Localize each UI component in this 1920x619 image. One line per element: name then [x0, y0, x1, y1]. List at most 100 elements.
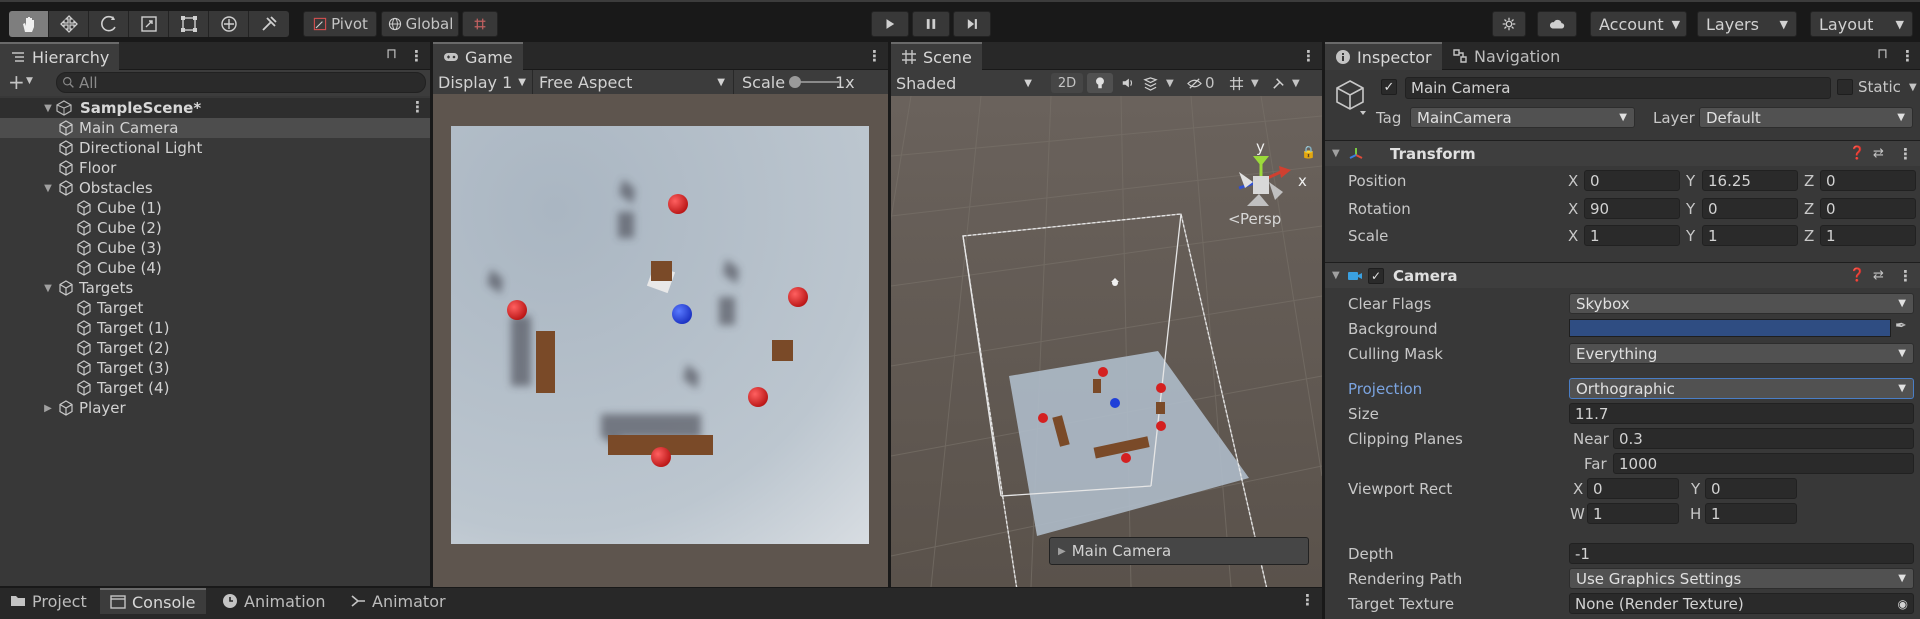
- hidden-objects-toggle[interactable]: 0: [1187, 73, 1227, 93]
- persp-toggle[interactable]: <: [1228, 210, 1241, 228]
- transform-header[interactable]: ▼ Transform ❓ ⇄ ⋮: [1325, 140, 1920, 166]
- camera-header[interactable]: ▼ ✓ Camera ❓ ⇄ ⋮: [1325, 262, 1920, 288]
- clear-flags-dropdown[interactable]: Skybox ▼: [1569, 293, 1914, 314]
- active-checkbox[interactable]: ✓: [1381, 79, 1397, 95]
- shading-dropdown[interactable]: Shaded ▼: [891, 70, 1046, 96]
- rotation-y-field[interactable]: 0: [1702, 198, 1798, 219]
- viewport-h-field[interactable]: 1: [1705, 503, 1797, 524]
- camera-preview-header[interactable]: ▶ Main Camera: [1049, 537, 1309, 565]
- display-dropdown[interactable]: Display 1 ▼: [433, 70, 533, 94]
- scene-view[interactable]: y x 🔒 < Persp: [891, 96, 1322, 587]
- size-field[interactable]: 11.7: [1569, 403, 1914, 424]
- hierarchy-item[interactable]: Target: [0, 298, 430, 318]
- expand-arrow-icon[interactable]: ▼: [1332, 148, 1340, 159]
- tab-animator[interactable]: Animator: [340, 588, 456, 614]
- hierarchy-item[interactable]: Target (2): [0, 338, 430, 358]
- culling-mask-dropdown[interactable]: Everything ▼: [1569, 343, 1914, 364]
- rotation-x-axis-label[interactable]: X: [1568, 200, 1578, 218]
- help-icon[interactable]: ❓: [1849, 146, 1865, 161]
- rect-tool-button[interactable]: [169, 11, 209, 37]
- pause-button[interactable]: [912, 11, 950, 37]
- position-z-axis-label[interactable]: Z: [1804, 172, 1814, 190]
- viewport-y-field[interactable]: 0: [1705, 478, 1797, 499]
- aspect-dropdown[interactable]: Free Aspect ▼: [534, 70, 734, 94]
- scene-options-icon[interactable]: ⋮: [410, 98, 425, 116]
- scale-y-field[interactable]: 1: [1702, 225, 1798, 246]
- hierarchy-item[interactable]: ▼ Obstacles: [0, 178, 430, 198]
- tab-navigation[interactable]: Navigation: [1442, 42, 1570, 70]
- tab-project[interactable]: Project: [0, 588, 97, 614]
- near-field[interactable]: 0.3: [1613, 428, 1914, 449]
- move-tool-button[interactable]: [49, 11, 89, 37]
- tab-game[interactable]: Game: [433, 42, 523, 70]
- more-options-icon[interactable]: ⋮: [867, 47, 882, 65]
- hierarchy-item[interactable]: Target (3): [0, 358, 430, 378]
- object-picker-icon[interactable]: ◉: [1898, 597, 1908, 611]
- scale-tool-button[interactable]: [129, 11, 169, 37]
- component-options-icon[interactable]: ⋮: [1898, 267, 1913, 285]
- game-view[interactable]: [433, 94, 888, 587]
- transform-tool-button[interactable]: [209, 11, 249, 37]
- tab-hierarchy[interactable]: Hierarchy: [0, 42, 120, 70]
- expand-arrow-icon[interactable]: ▶: [1058, 546, 1066, 557]
- effects-dropdown[interactable]: ▼: [1143, 73, 1183, 93]
- chevron-down-icon[interactable]: ▼: [1909, 82, 1917, 93]
- hierarchy-item[interactable]: Main Camera: [0, 118, 430, 138]
- background-color-swatch[interactable]: [1569, 319, 1891, 337]
- scene-header-row[interactable]: ▼ SampleScene* ⋮: [0, 98, 430, 118]
- static-checkbox[interactable]: [1837, 79, 1853, 95]
- scale-slider-handle[interactable]: [789, 76, 801, 88]
- account-dropdown[interactable]: Account ▼: [1590, 11, 1687, 37]
- scale-y-axis-label[interactable]: Y: [1686, 227, 1695, 245]
- hierarchy-item[interactable]: Target (4): [0, 378, 430, 398]
- hierarchy-item[interactable]: Cube (1): [0, 198, 430, 218]
- more-options-icon[interactable]: ⋮: [409, 47, 424, 65]
- hierarchy-item[interactable]: Cube (2): [0, 218, 430, 238]
- layout-dropdown[interactable]: Layout ▼: [1810, 11, 1913, 37]
- lock-icon[interactable]: ⊓: [386, 46, 397, 62]
- tag-dropdown[interactable]: MainCamera ▼: [1410, 107, 1635, 128]
- play-button[interactable]: [871, 11, 909, 37]
- hierarchy-item[interactable]: ▼ Targets: [0, 278, 430, 298]
- viewport-w-field[interactable]: 1: [1587, 503, 1679, 524]
- services-button[interactable]: [1492, 11, 1526, 37]
- step-button[interactable]: [953, 11, 991, 37]
- far-field[interactable]: 1000: [1613, 453, 1914, 474]
- rendering-path-dropdown[interactable]: Use Graphics Settings ▼: [1569, 568, 1914, 589]
- grid-dropdown[interactable]: ▼: [1229, 73, 1267, 93]
- global-toggle[interactable]: Global: [381, 11, 459, 37]
- hierarchy-item[interactable]: Cube (4): [0, 258, 430, 278]
- grid-snap-button[interactable]: [462, 11, 498, 37]
- rotation-z-axis-label[interactable]: Z: [1804, 200, 1814, 218]
- hierarchy-item[interactable]: Directional Light: [0, 138, 430, 158]
- cloud-button[interactable]: [1537, 11, 1577, 37]
- hierarchy-search-input[interactable]: All: [56, 72, 426, 93]
- scale-x-field[interactable]: 1: [1584, 225, 1680, 246]
- audio-toggle[interactable]: [1115, 73, 1141, 93]
- 2d-toggle[interactable]: 2D: [1051, 73, 1083, 93]
- component-options-icon[interactable]: ⋮: [1898, 145, 1913, 163]
- depth-field[interactable]: -1: [1569, 543, 1914, 564]
- more-options-icon[interactable]: ⋮: [1301, 47, 1316, 65]
- hierarchy-item[interactable]: Target (1): [0, 318, 430, 338]
- pivot-toggle[interactable]: Pivot: [303, 11, 377, 37]
- tools-dropdown[interactable]: ▼: [1271, 73, 1311, 93]
- tab-animation[interactable]: Animation: [212, 588, 336, 614]
- more-options-icon[interactable]: ⋮: [1900, 47, 1915, 65]
- expand-arrow-icon[interactable]: ▼: [42, 183, 54, 194]
- help-icon[interactable]: ❓: [1849, 268, 1865, 283]
- hierarchy-item[interactable]: ▶ Player: [0, 398, 430, 418]
- preset-icon[interactable]: ⇄: [1873, 268, 1884, 283]
- expand-arrow-icon[interactable]: ▼: [42, 283, 54, 294]
- rotation-y-axis-label[interactable]: Y: [1686, 200, 1695, 218]
- position-z-field[interactable]: 0: [1820, 170, 1916, 191]
- chevron-down-icon[interactable]: ▼: [26, 76, 33, 86]
- position-x-field[interactable]: 0: [1584, 170, 1680, 191]
- rotation-z-field[interactable]: 0: [1820, 198, 1916, 219]
- scale-z-field[interactable]: 1: [1820, 225, 1916, 246]
- tab-scene[interactable]: Scene: [891, 42, 982, 70]
- scale-x-axis-label[interactable]: X: [1568, 227, 1578, 245]
- gizmo-lock-icon[interactable]: 🔒: [1301, 145, 1316, 159]
- add-icon[interactable]: +: [8, 70, 25, 94]
- more-options-icon[interactable]: ⋮: [1300, 591, 1315, 609]
